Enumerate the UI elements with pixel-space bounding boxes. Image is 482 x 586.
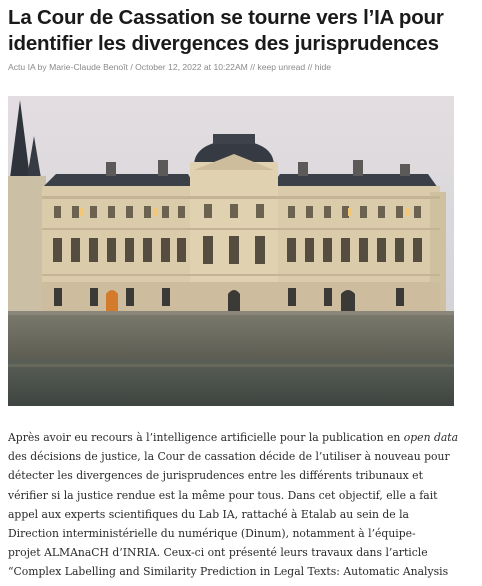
- body-line: projet ALMAnaCH d’INRIA. Ceux-ci ont pré…: [8, 546, 428, 560]
- body-line: Direction interministérielle du numériqu…: [8, 527, 416, 541]
- byline-by: by: [37, 62, 47, 72]
- author-name: Marie-Claude Benoît: [49, 62, 128, 72]
- body-line: Après avoir eu recours à l’intelligence …: [8, 431, 404, 444]
- category-link[interactable]: Actu IA: [8, 62, 35, 72]
- meta-separator: /: [130, 62, 133, 72]
- meta-divider: //: [307, 62, 313, 72]
- body-line: “Complex Labelling and Similarity Predic…: [8, 565, 449, 579]
- open-data-emphasis: open data: [403, 431, 459, 444]
- body-line: détecter les divergences de jurisprudenc…: [8, 469, 423, 483]
- body-line: vérifier si la justice rendue est la mêm…: [8, 488, 438, 502]
- body-line: des décisions de justice, la Cour de cas…: [8, 450, 450, 464]
- article-meta: Actu IA by Marie-Claude Benoît / October…: [8, 62, 478, 72]
- article-body: Après avoir eu recours à l’intelligence …: [8, 428, 476, 582]
- publish-date: October 12, 2022 at 10:22AM: [135, 62, 248, 72]
- body-line: appel aux experts scientifiques du Lab I…: [8, 507, 409, 521]
- hero-image: [8, 96, 454, 406]
- palais-de-justice-photo: [8, 96, 454, 406]
- hide-link[interactable]: hide: [315, 62, 331, 72]
- article-title[interactable]: La Cour de Cassation se tourne vers l’IA…: [8, 5, 474, 57]
- keep-unread-link[interactable]: keep unread: [257, 62, 305, 72]
- meta-divider: //: [250, 62, 256, 72]
